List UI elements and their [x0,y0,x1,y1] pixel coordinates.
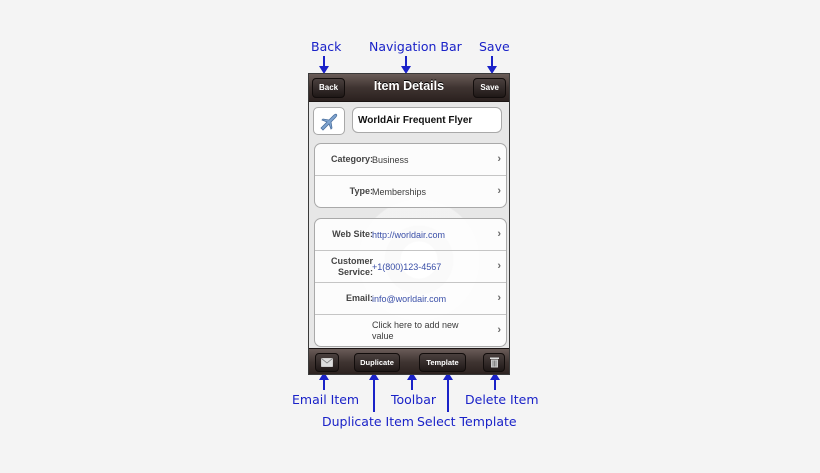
customer-service-row[interactable]: Customer Service: +1(800)123-4567 › [315,251,506,283]
callout-navigation-bar: Navigation Bar [369,39,462,54]
callout-select-template: Select Template [417,414,517,429]
navigation-bar: Back Item Details Save [309,74,509,102]
customer-service-label: Customer Service: [330,255,373,277]
classification-group: Category: Business › Type: Memberships › [314,143,507,208]
arrow-duplicate-item [369,372,379,412]
category-row[interactable]: Category: Business › [315,144,506,176]
item-icon-button[interactable] [313,107,345,135]
chevron-right-icon: › [497,153,501,165]
callout-duplicate-item: Duplicate Item [322,414,414,429]
arrow-select-template [443,372,453,412]
arrow-toolbar [407,372,417,390]
arrow-back [319,56,329,74]
chevron-right-icon: › [497,260,501,272]
trash-icon [489,357,499,368]
chevron-right-icon: › [497,324,501,336]
template-button[interactable]: Template [419,353,466,372]
arrow-navigation-bar [401,56,411,74]
website-value[interactable]: http://worldair.com [372,219,445,250]
arrow-email-item [319,372,329,390]
email-item-button[interactable] [315,353,339,372]
chevron-right-icon: › [497,228,501,240]
duplicate-button[interactable]: Duplicate [354,353,400,372]
fields-group: Web Site: http://worldair.com › Customer… [314,218,507,347]
website-row[interactable]: Web Site: http://worldair.com › [315,219,506,251]
email-value[interactable]: info@worldair.com [372,283,446,314]
save-button[interactable]: Save [473,78,506,98]
callout-delete-item: Delete Item [465,392,539,407]
type-value: Memberships [372,186,427,197]
callout-back: Back [311,39,342,54]
chevron-right-icon: › [497,185,501,197]
callout-toolbar: Toolbar [391,392,437,407]
category-label: Category: [330,154,373,164]
airplane-icon [320,113,338,131]
website-label: Web Site: [332,229,373,239]
email-row[interactable]: Email: info@worldair.com › [315,283,506,315]
email-label: Email: [345,293,373,303]
type-label: Type: [349,186,373,196]
arrow-delete-item [490,372,500,390]
customer-service-value[interactable]: +1(800)123-4567 [372,251,441,282]
add-value-row[interactable]: Click here to add new value › [315,315,506,346]
toolbar: Duplicate Template [309,348,509,374]
callout-save: Save [479,39,510,54]
chevron-right-icon: › [497,292,501,304]
category-value: Business [372,154,409,165]
delete-item-button[interactable] [483,353,505,372]
type-row[interactable]: Type: Memberships › [315,176,506,207]
item-name-field[interactable]: WorldAir Frequent Flyer [352,107,502,133]
add-value-text: Click here to add new value [372,319,459,341]
arrow-save [487,56,497,74]
phone-screen: Back Item Details Save WorldAir Frequent… [308,73,510,375]
callout-email-item: Email Item [292,392,360,407]
envelope-icon [321,358,333,367]
